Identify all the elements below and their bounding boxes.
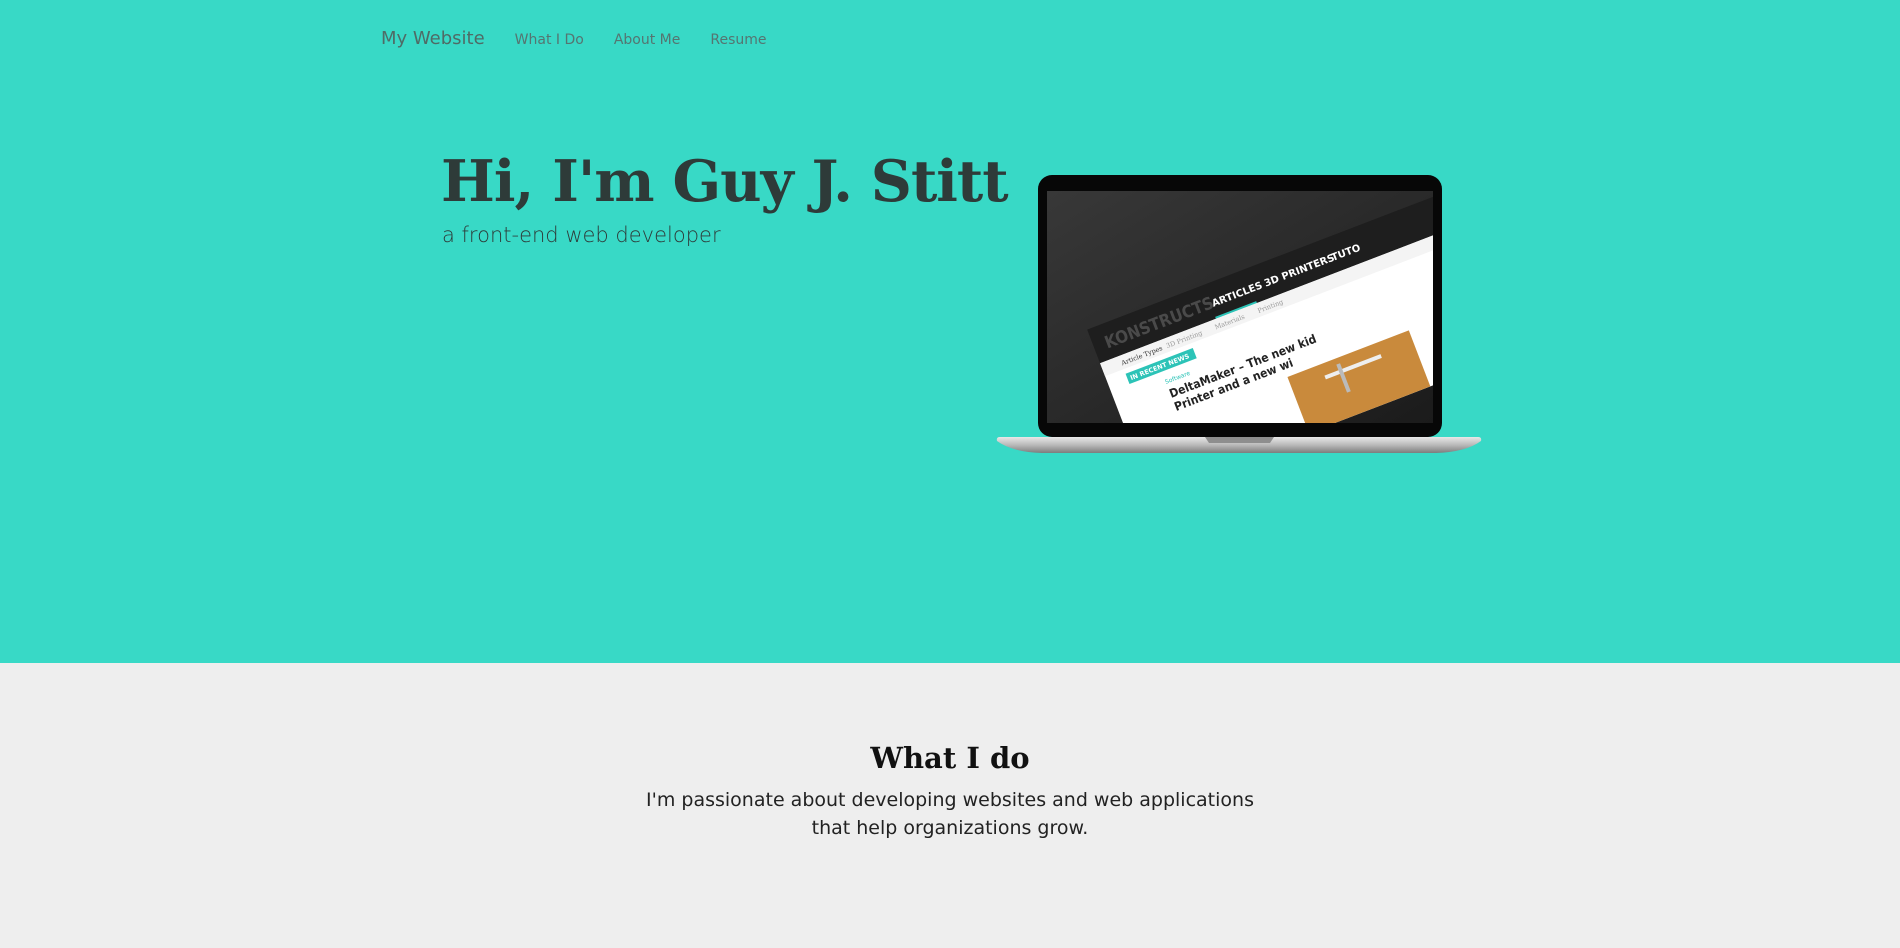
laptop-image: KONSTRUCTS ARTICLES 3D PRINTERS TUTO Art…	[996, 175, 1482, 453]
hero-subtitle: a front-end web developer	[442, 223, 721, 247]
nav-link-about-me[interactable]: About Me	[614, 32, 681, 48]
nav-link-resume[interactable]: Resume	[710, 32, 766, 48]
top-navbar: My Website What I Do About Me Resume	[381, 28, 797, 49]
hero-section: My Website What I Do About Me Resume Hi,…	[0, 0, 1900, 663]
section-text-line-1: I'm passionate about developing websites…	[646, 789, 1254, 811]
hero-title: Hi, I'm Guy J. Stitt	[441, 148, 1009, 215]
section-description: I'm passionate about developing websites…	[0, 786, 1900, 842]
nav-link-what-i-do[interactable]: What I Do	[515, 32, 584, 48]
section-text-line-2: that help organizations grow.	[811, 817, 1089, 839]
brand-link[interactable]: My Website	[381, 28, 485, 49]
section-title: What I do	[870, 741, 1030, 775]
what-i-do-section: What I do I'm passionate about developin…	[0, 663, 1900, 948]
